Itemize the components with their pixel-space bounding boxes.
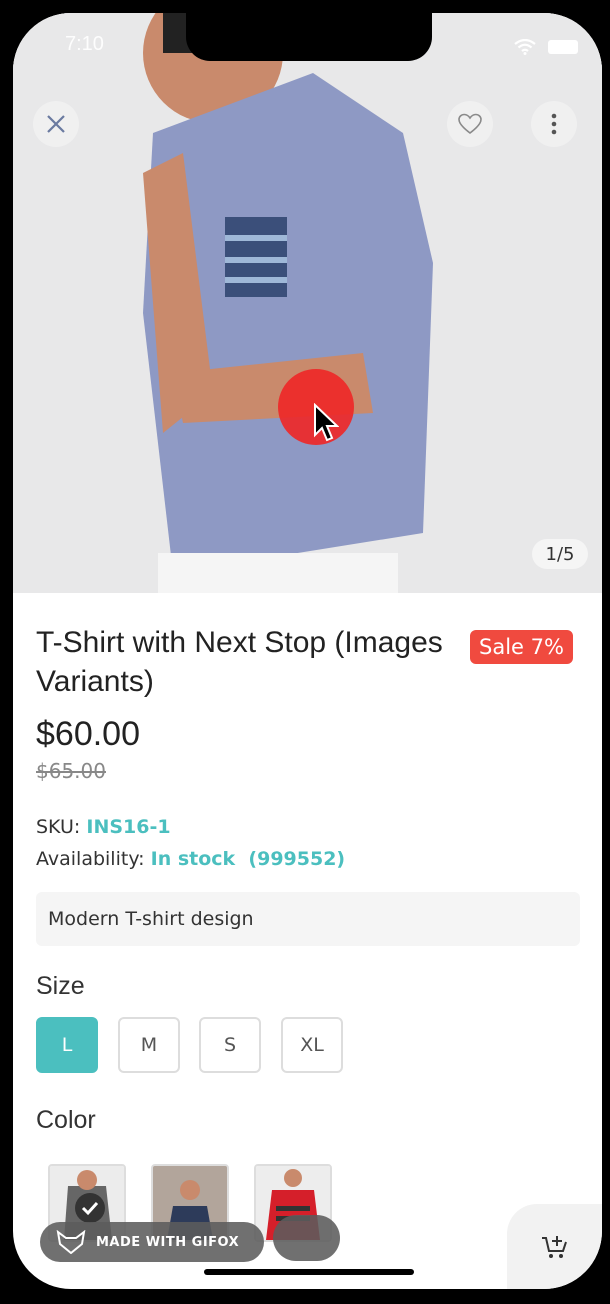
- size-option-xl[interactable]: XL: [281, 1017, 343, 1073]
- availability-row: Availability: In stock (999552): [36, 848, 345, 870]
- image-counter: 1/5: [532, 539, 588, 569]
- battery-icon: [548, 40, 578, 54]
- product-title: T-Shirt with Next Stop (Images Variants): [36, 626, 443, 698]
- product-price: $60.00: [36, 715, 140, 753]
- heart-icon: [458, 113, 482, 135]
- status-time: 7:10: [65, 33, 104, 55]
- more-vertical-icon: [551, 113, 557, 135]
- add-to-cart-button[interactable]: [507, 1204, 602, 1289]
- size-heading: Size: [36, 972, 85, 1000]
- size-option-m[interactable]: M: [118, 1017, 180, 1073]
- home-indicator: [204, 1269, 414, 1275]
- close-icon: [47, 115, 65, 133]
- cart-plus-icon: [541, 1235, 567, 1258]
- cursor-icon: [314, 403, 339, 442]
- gifox-control: [273, 1215, 340, 1261]
- old-price: $65.00: [36, 759, 106, 783]
- gifox-label: MADE WITH GIFOX: [96, 1234, 240, 1250]
- close-button[interactable]: [33, 101, 79, 147]
- color-heading: Color: [36, 1106, 96, 1134]
- wifi-icon: [514, 39, 536, 55]
- sku-label: SKU:: [36, 816, 81, 838]
- sku-value: INS16-1: [86, 816, 171, 838]
- product-image-gallery[interactable]: 1/5: [13, 13, 602, 593]
- product-description: Modern T-shirt design: [36, 892, 580, 946]
- sku-row: SKU: INS16-1: [36, 816, 171, 838]
- size-option-l[interactable]: L: [36, 1017, 98, 1073]
- wishlist-button[interactable]: [447, 101, 493, 147]
- fox-logo-icon: [56, 1230, 86, 1254]
- app-screen: 1/5 7:10 T-Shirt with Next Stop (Images …: [13, 13, 602, 1289]
- sale-badge: Sale 7%: [470, 630, 573, 664]
- availability-label: Availability:: [36, 848, 145, 870]
- status-icons: [514, 39, 578, 55]
- size-option-s[interactable]: S: [199, 1017, 261, 1073]
- device-notch: [186, 13, 432, 61]
- availability-value: In stock (999552): [150, 848, 346, 870]
- more-options-button[interactable]: [531, 101, 577, 147]
- gifox-watermark: MADE WITH GIFOX: [40, 1222, 264, 1262]
- device-frame: 1/5 7:10 T-Shirt with Next Stop (Images …: [0, 0, 610, 1304]
- product-photo: [13, 13, 602, 593]
